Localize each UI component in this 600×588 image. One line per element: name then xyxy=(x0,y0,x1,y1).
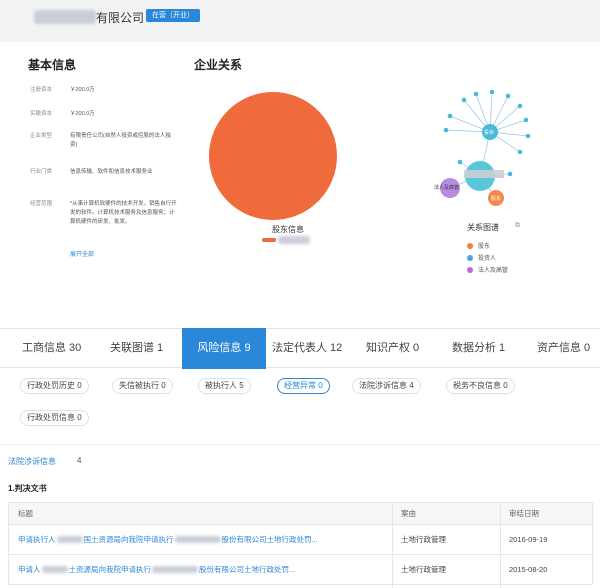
info-value: 信息传输、软件和信息技术服务业 xyxy=(70,169,153,175)
chip-executed-person[interactable]: 被执行人 5 xyxy=(198,378,251,394)
tab-data-analysis[interactable]: 数据分析 1 xyxy=(452,329,505,368)
info-key: 经营范围 xyxy=(30,201,53,207)
table-row[interactable]: 申请执行人 国土资源局向我院申请执行 股份有限公司土地行政处罚... 土地行政管理 … xyxy=(8,525,593,555)
tab-risk-info[interactable]: 风险信息 9 xyxy=(182,328,266,369)
chip-abnormal-operation[interactable]: 经营异常 0 xyxy=(277,378,330,394)
column-divider xyxy=(500,502,501,588)
column-header: 案由 xyxy=(401,509,416,518)
basic-info-title: 基本信息 xyxy=(28,58,77,72)
tab-assets[interactable]: 资产信息 0 xyxy=(537,329,590,368)
info-key: 注册资本 xyxy=(30,87,53,93)
info-key: 行业门类 xyxy=(30,169,53,175)
tab-business-info[interactable]: 工商信息 30 xyxy=(22,329,81,368)
judgment-table: 标题 案由 审结日期 申请执行人 国土资源局向我院申请执行 股份有限公司土地行政处罚… xyxy=(8,502,593,588)
info-key: 企业类型 xyxy=(30,133,53,139)
case-title-link[interactable]: 申请执行人 国土资源局向我院申请执行 股份有限公司土地行政处罚... xyxy=(18,525,318,554)
column-divider xyxy=(392,502,393,588)
chip-dishonest-executed[interactable]: 失信被执行 0 xyxy=(112,378,173,394)
case-cause: 土地行政管理 xyxy=(401,565,446,574)
graph-node-label: 投资 xyxy=(484,129,494,136)
table-header: 标题 案由 审结日期 xyxy=(8,502,593,525)
chip-admin-penalty-info[interactable]: 行政处罚信息 0 xyxy=(20,410,89,426)
legend-investor: 投资人 xyxy=(467,253,496,262)
legend-shareholder: 股东 xyxy=(467,241,490,250)
case-date: 2016-09-19 xyxy=(509,535,548,544)
column-header: 标题 xyxy=(18,509,33,518)
graph-node-label: 法人及高管 xyxy=(434,184,459,191)
expand-all-link[interactable]: 展开全部 xyxy=(70,249,94,258)
shareholder-legend-swatch xyxy=(262,238,276,242)
info-value: ￥200.0万 xyxy=(70,111,95,117)
table-row[interactable]: 申请人 土资源局向我院申请执行 股份有限公司土地行政处罚... 土地行政管理 201… xyxy=(8,555,593,585)
relation-graph-label: 关系图谱 xyxy=(467,223,499,232)
info-key: 实缴资本 xyxy=(30,111,53,117)
chip-admin-penalty-history[interactable]: 行政处罚历史 0 xyxy=(20,378,89,394)
column-header: 审结日期 xyxy=(509,509,539,518)
case-cause: 土地行政管理 xyxy=(401,535,446,544)
case-date: 2015-08-20 xyxy=(509,565,548,574)
info-value: *从事计算机软硬件的技术开发，销售自行开发的软件。计算机技术服务及信息服务；计算… xyxy=(70,201,177,225)
company-name: 有限公司 xyxy=(96,11,145,25)
company-header: 有限公司 在营（开业） xyxy=(0,0,600,42)
tab-relation-graph[interactable]: 关联图谱 1 xyxy=(110,329,163,368)
tab-ip[interactable]: 知识产权 0 xyxy=(366,329,419,368)
divider xyxy=(0,444,600,445)
chip-court-litigation[interactable]: 法院涉诉信息 4 xyxy=(352,378,421,394)
legend-dot xyxy=(467,255,473,261)
legend-legal-rep: 法人及高管 xyxy=(467,265,508,274)
court-litigation-count: 4 xyxy=(77,456,82,465)
info-value: ￥200.0万 xyxy=(70,87,95,93)
expand-icon[interactable]: ⧉ xyxy=(515,222,520,230)
case-title-link[interactable]: 申请人 土资源局向我院申请执行 股份有限公司土地行政处罚... xyxy=(18,555,295,584)
judgment-documents-title: 1.判决文书 xyxy=(8,484,47,493)
redacted-text xyxy=(152,566,198,573)
info-value: 有限责任公司(自然人投资或控股的法人独资) xyxy=(70,133,171,148)
chip-tax-bad-record[interactable]: 税务不良信息 0 xyxy=(446,378,515,394)
legend-dot xyxy=(467,243,473,249)
redacted-company-prefix xyxy=(34,10,96,24)
tab-legal-rep[interactable]: 法定代表人 12 xyxy=(272,329,342,368)
redacted-text xyxy=(174,536,221,543)
graph-node-label: 股东 xyxy=(491,195,501,202)
redacted-text xyxy=(41,566,68,573)
relations-graphics: 投资 法人及高管 股东 xyxy=(209,89,531,220)
status-badge: 在营（开业） xyxy=(146,9,200,22)
redacted-shareholder-name xyxy=(278,236,310,244)
main-tab-bar: 工商信息 30 关联图谱 1 风险信息 9 法定代表人 12 知识产权 0 数据… xyxy=(0,328,600,369)
redacted-text xyxy=(56,536,83,543)
overview-section: 基本信息 注册资本 ￥200.0万 实缴资本 ￥200.0万 企业类型 有限责任… xyxy=(0,42,600,320)
shareholder-pie[interactable] xyxy=(209,92,337,220)
legend-dot xyxy=(467,267,473,273)
court-litigation-link[interactable]: 法院涉诉信息 xyxy=(8,456,56,467)
shareholder-info-label: 股东信息 xyxy=(272,225,304,234)
